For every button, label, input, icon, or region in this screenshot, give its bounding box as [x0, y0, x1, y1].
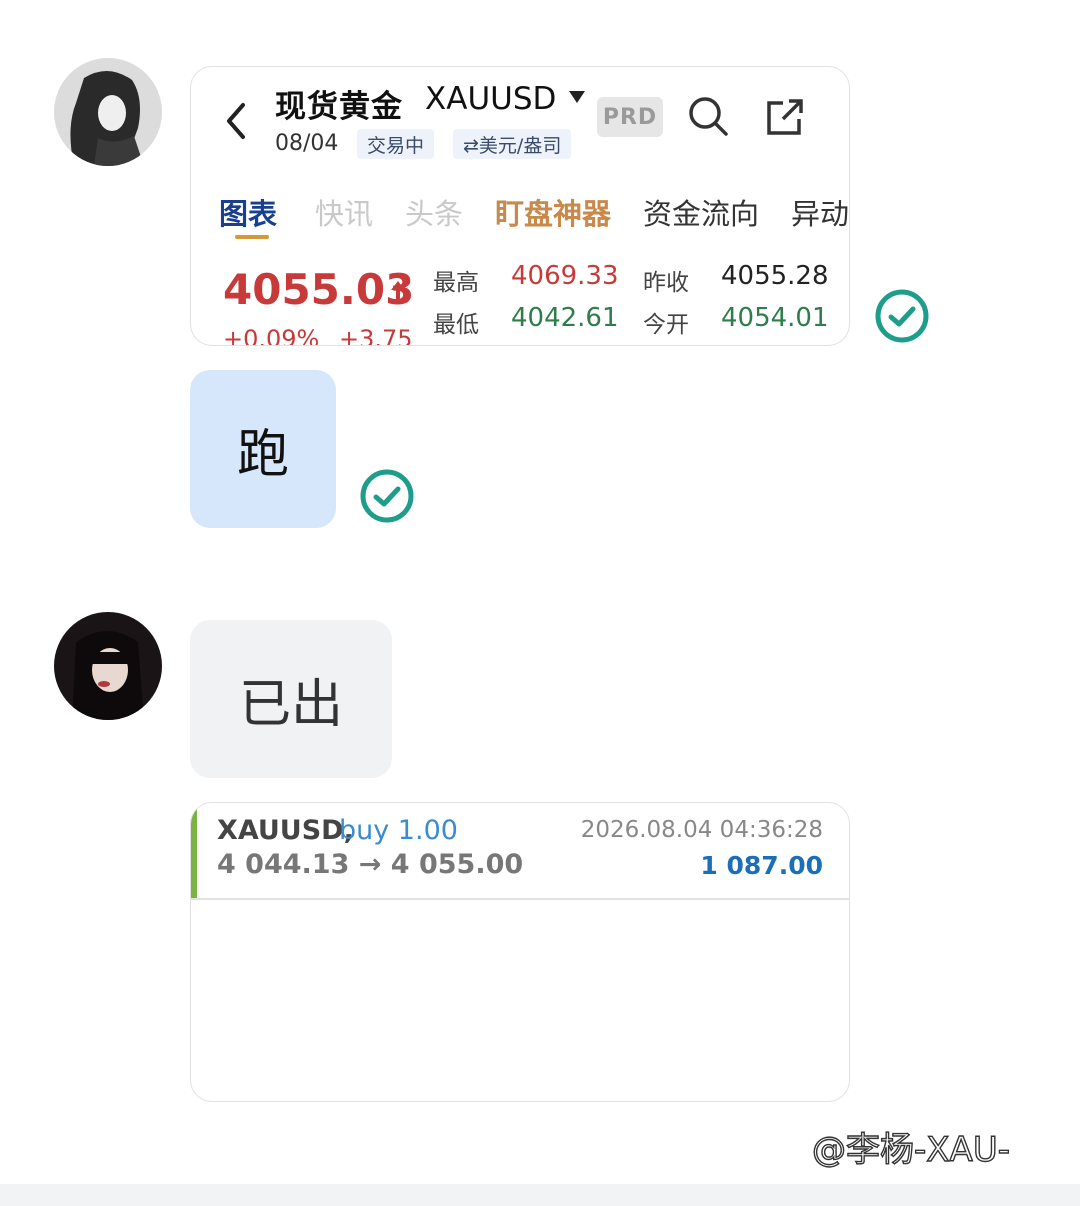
tab-news-flash[interactable]: 快讯	[315, 191, 373, 233]
open-label: 今开	[643, 312, 689, 338]
trade-side: buy 1.00	[339, 815, 458, 846]
tab-fund-flow[interactable]: 资金流向	[643, 191, 759, 233]
low-value: 4042.61	[511, 303, 619, 333]
trade-symbol: XAUUSD,	[217, 815, 354, 846]
tab-headlines[interactable]: 头条	[405, 191, 463, 233]
trade-record-card[interactable]: XAUUSD, buy 1.00 4 044.13 → 4 055.00 202…	[190, 802, 850, 1102]
trading-status-badge: 交易中	[357, 129, 435, 159]
prev-close-value: 4055.28	[721, 261, 829, 291]
trade-profit: 1 087.00	[700, 851, 823, 880]
share-external-icon[interactable]	[765, 97, 805, 137]
avatar-sender[interactable]	[54, 58, 162, 166]
avatar-other-user[interactable]	[54, 612, 162, 720]
trade-time: 2026.08.04 04:36:28	[580, 817, 823, 843]
search-icon[interactable]	[687, 95, 729, 137]
stock-symbol: XAUUSD	[425, 81, 557, 117]
low-label: 最低	[433, 312, 479, 338]
currency-unit-badge: ⇄美元/盎司	[453, 129, 572, 159]
up-arrow-icon	[391, 281, 405, 301]
change-value: +3.75	[339, 325, 413, 346]
stock-quote-card[interactable]: 现货黄金 XAUUSD PRD 08/04 交易中 ⇄美元/盎司 图表 快讯 头…	[190, 66, 850, 346]
high-value: 4069.33	[511, 261, 619, 291]
stock-title: 现货黄金	[275, 89, 403, 125]
tab-movement[interactable]: 异动	[791, 191, 849, 233]
current-price: 4055.03	[223, 265, 415, 314]
caret-down-icon[interactable]	[569, 91, 585, 103]
watermark: @李杨-XAU-	[811, 1129, 1010, 1170]
tab-watch-tool[interactable]: 盯盘神器	[495, 191, 611, 233]
read-check-icon	[875, 289, 929, 343]
bottom-bar	[0, 1184, 1080, 1206]
avatar-sender-image	[54, 58, 162, 166]
trade-prices: 4 044.13 → 4 055.00	[217, 849, 524, 880]
prev-close-label: 昨收	[643, 270, 689, 296]
message-bubble-closed[interactable]: 已出	[190, 620, 392, 778]
avatar-other-user-image	[54, 612, 162, 720]
trade-side-indicator	[191, 803, 197, 899]
message-bubble-run[interactable]: 跑	[190, 370, 336, 528]
prd-badge[interactable]: PRD	[597, 97, 663, 137]
read-check-icon	[360, 469, 414, 523]
open-value: 4054.01	[721, 303, 829, 333]
quote-date: 08/04	[275, 131, 339, 156]
change-percent: +0.09%	[223, 325, 320, 346]
high-label: 最高	[433, 270, 479, 296]
back-arrow-icon[interactable]	[221, 101, 251, 141]
price-change: +0.09% +3.75	[223, 325, 413, 346]
trade-divider	[191, 898, 849, 900]
active-tab-indicator	[235, 235, 269, 239]
tab-chart[interactable]: 图表	[219, 191, 277, 233]
